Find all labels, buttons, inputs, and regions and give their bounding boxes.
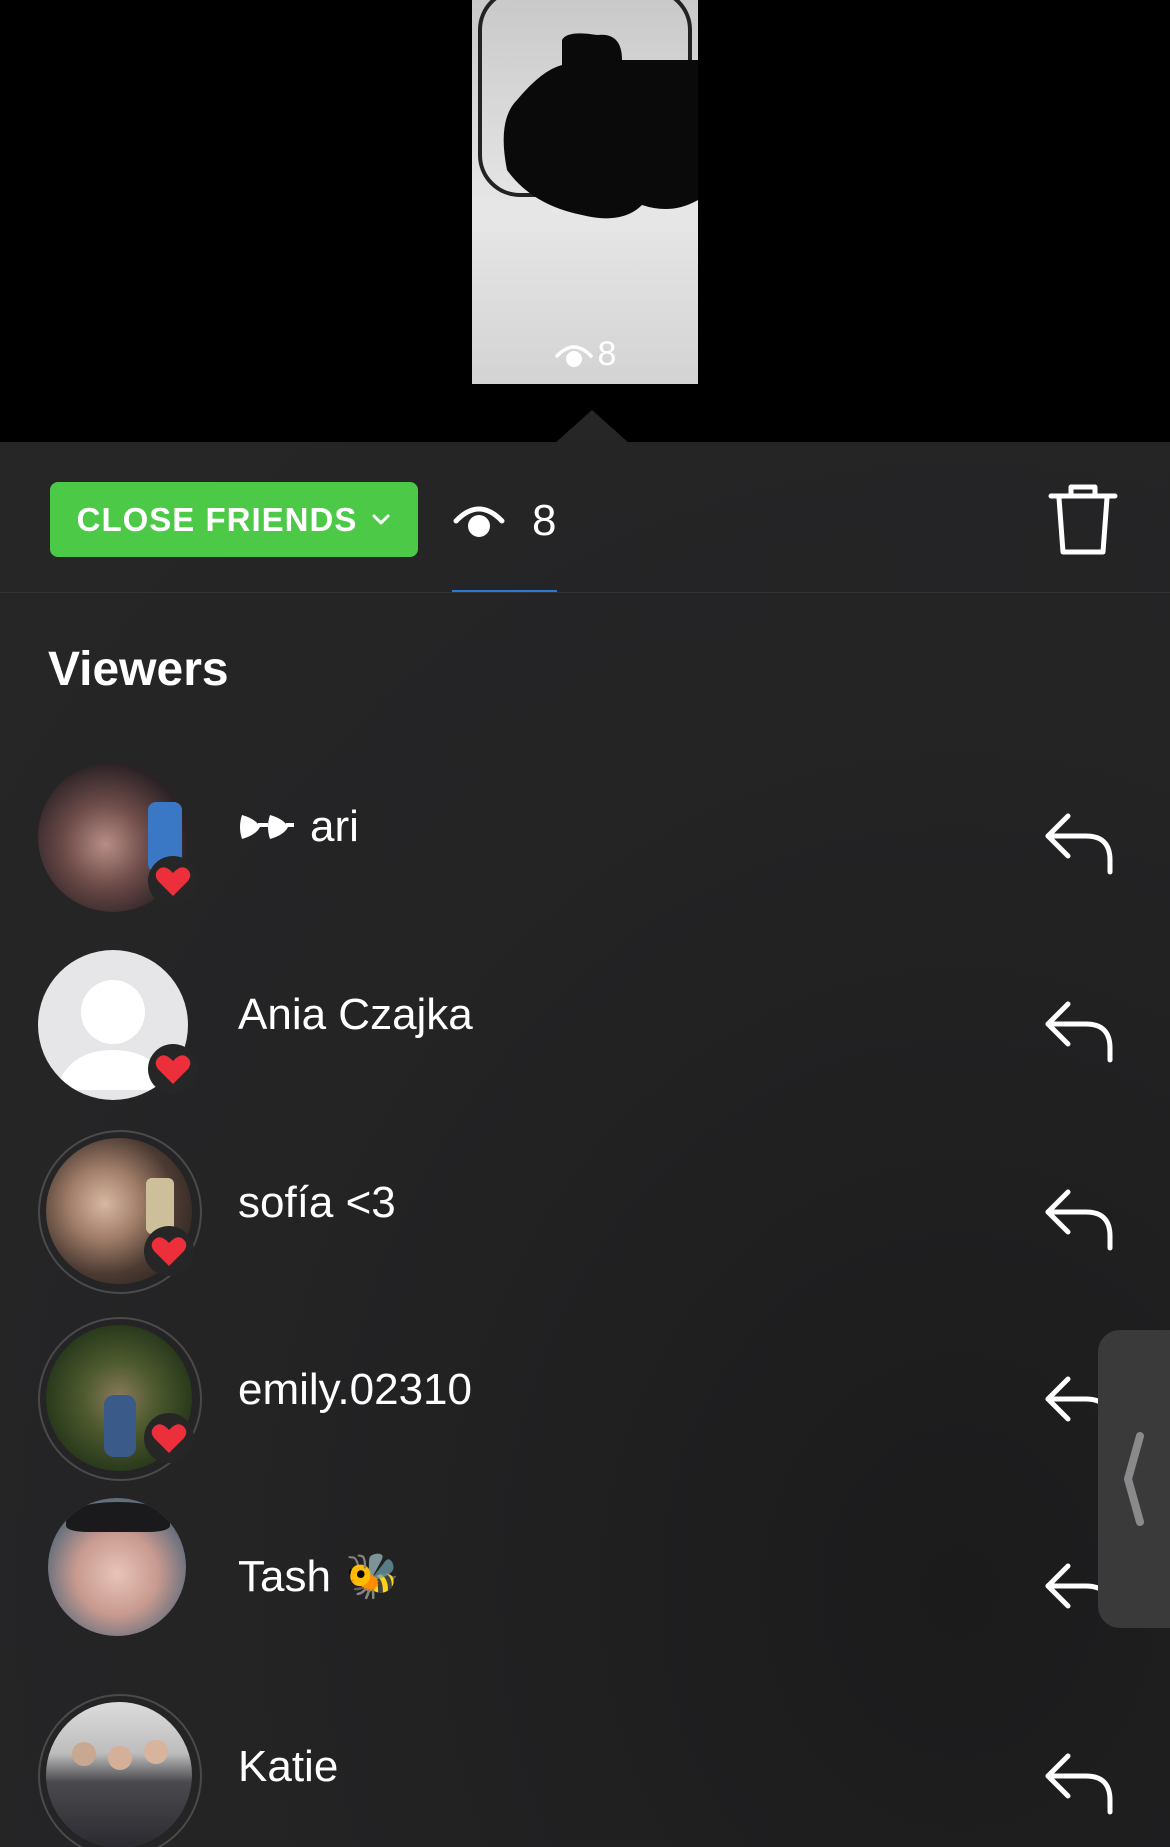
viewer-name-text: Katie — [238, 1742, 339, 1791]
viewer-name: sofía <3 — [238, 1168, 396, 1238]
sheet-header: CLOSE FRIENDS 8 — [0, 442, 1170, 593]
tab-views[interactable]: 8 — [452, 486, 556, 556]
viewer-name: emily.02310 — [238, 1355, 472, 1425]
viewer-name-text: Tash — [238, 1552, 331, 1601]
viewer-name: Tash 🐝 — [238, 1542, 400, 1612]
thumbnail-view-count: 8 — [472, 335, 698, 374]
viewer-name-text: sofía <3 — [238, 1178, 396, 1227]
close-friend-badge — [148, 856, 198, 906]
heart-icon — [155, 867, 191, 896]
close-friend-badge — [148, 1044, 198, 1094]
header-divider — [0, 592, 1170, 593]
reply-icon[interactable] — [1040, 1180, 1120, 1260]
viewer-name: Ania Czajka — [238, 980, 473, 1050]
avatar[interactable] — [48, 1498, 212, 1662]
viewer-name: ari — [238, 792, 359, 862]
trash-icon[interactable] — [1047, 482, 1119, 558]
heart-icon — [151, 1424, 187, 1453]
chevron-left-icon — [1124, 1432, 1144, 1526]
reply-icon[interactable] — [1040, 804, 1120, 884]
audience-dropdown-button[interactable]: CLOSE FRIENDS — [50, 482, 418, 557]
viewers-title: Viewers — [48, 643, 229, 696]
eye-icon — [554, 344, 593, 367]
reply-icon[interactable] — [1040, 1744, 1120, 1824]
avatar[interactable] — [38, 950, 202, 1114]
viewer-name-text: emily.02310 — [238, 1365, 472, 1414]
reply-icon[interactable] — [1040, 992, 1120, 1072]
viewer-row[interactable]: Katie — [0, 1692, 1170, 1847]
thumbnail-view-count-text: 8 — [597, 335, 617, 373]
avatar-photo — [46, 1702, 192, 1847]
bee-emoji: 🐝 — [344, 1552, 400, 1601]
story-thumbnail[interactable]: 8 — [472, 0, 698, 384]
avatar-photo — [48, 1498, 186, 1636]
viewer-row[interactable]: sofía <3 — [0, 1128, 1170, 1298]
viewer-row[interactable]: Tash 🐝 — [0, 1498, 1170, 1672]
viewer-row[interactable]: ari — [0, 752, 1170, 922]
side-panel-handle[interactable] — [1098, 1330, 1170, 1628]
story-viewers-screen: 8 CLOSE FRIENDS 8 Viewers ari Ania Czajk… — [0, 0, 1170, 1847]
viewer-row[interactable]: Ania Czajka — [0, 940, 1170, 1110]
chevron-down-icon — [372, 514, 390, 524]
story-preview-area: 8 — [0, 0, 1170, 442]
avatar[interactable] — [38, 1317, 202, 1481]
close-friend-badge — [144, 1413, 194, 1463]
heart-icon — [155, 1055, 191, 1084]
viewers-sheet: CLOSE FRIENDS 8 Viewers ari Ania Czajka … — [0, 442, 1170, 1847]
viewer-name-text: ari — [310, 802, 359, 851]
avatar[interactable] — [38, 1694, 202, 1847]
sheet-pointer — [554, 410, 630, 444]
heart-icon — [151, 1237, 187, 1266]
butterfly-icon — [240, 815, 294, 839]
eye-icon — [453, 506, 505, 537]
avatar[interactable] — [38, 1130, 202, 1294]
close-friend-badge — [144, 1226, 194, 1276]
views-count: 8 — [532, 496, 557, 545]
viewer-row[interactable]: emily.02310 — [0, 1315, 1170, 1485]
avatar[interactable] — [38, 762, 202, 926]
story-image-content — [478, 0, 698, 219]
audience-label: CLOSE FRIENDS — [76, 500, 358, 538]
viewer-name-text: Ania Czajka — [238, 990, 473, 1039]
viewer-name: Katie — [238, 1732, 338, 1802]
